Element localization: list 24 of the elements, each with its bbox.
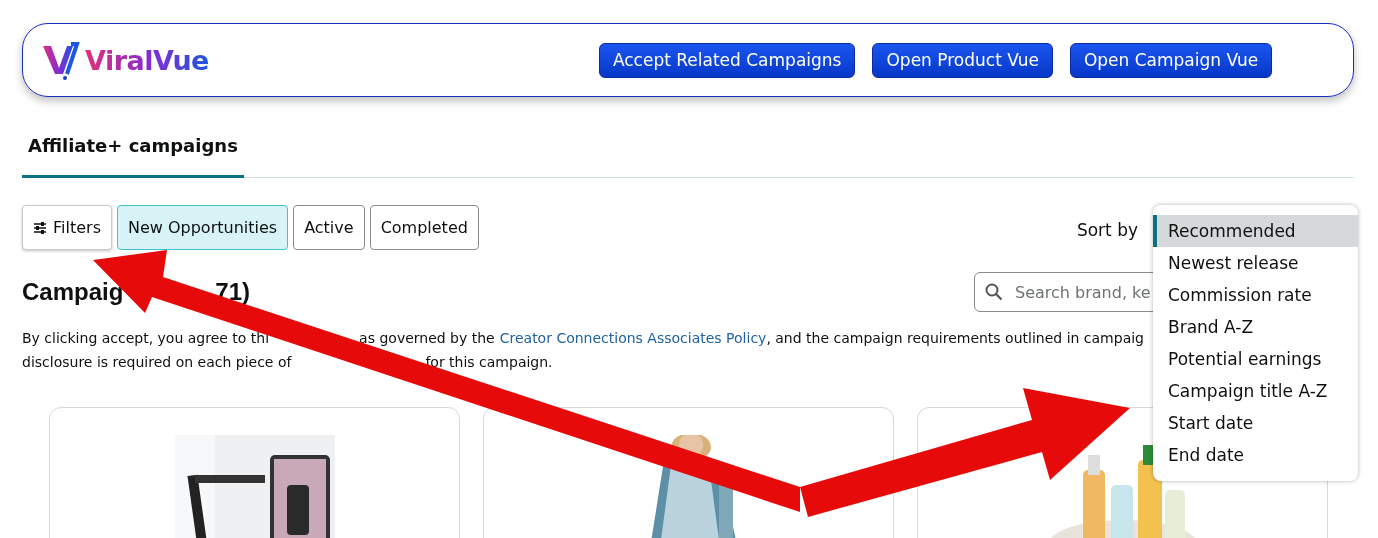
header-button[interactable]: Open Campaign Vue	[1069, 42, 1273, 78]
sort-option[interactable]: Start date	[1153, 407, 1358, 439]
tab[interactable]: Affiliate+ campaigns	[22, 127, 244, 178]
sort-label: Sort by	[1076, 220, 1138, 240]
logo-icon	[41, 40, 81, 80]
policy-notice: , and the campaign requirements outlined in campaig	[766, 329, 1144, 348]
sort-option[interactable]: Brand A-Z	[1153, 311, 1358, 343]
sort-option[interactable]: Potential earnings	[1153, 343, 1358, 375]
sort-option[interactable]: Campaign title A-Z	[1153, 375, 1358, 407]
policy-link[interactable]: Creator Connections Associates Policy	[499, 326, 767, 350]
policy-notice: for this campaign.	[425, 353, 553, 372]
status-filter[interactable]: Active	[293, 205, 365, 250]
header-button[interactable]: Accept Related Campaigns	[598, 42, 856, 78]
filters-button[interactable]: Filters	[22, 205, 112, 250]
campaigns-heading: Campaig	[22, 278, 124, 306]
status-filter[interactable]: Completed	[369, 205, 479, 250]
sort-option[interactable]: End date	[1153, 439, 1358, 471]
policy-notice: disclosure is required on each piece of	[22, 353, 292, 372]
sort-option[interactable]: Recommended	[1153, 215, 1358, 247]
policy-notice: as governed by the	[359, 329, 495, 348]
sliders-icon	[33, 221, 47, 234]
policy-notice: By clicking accept, you agree to thi	[22, 329, 270, 348]
header-button[interactable]: Open Product Vue	[872, 42, 1053, 78]
status-filter[interactable]: New Opportunities	[116, 205, 289, 250]
